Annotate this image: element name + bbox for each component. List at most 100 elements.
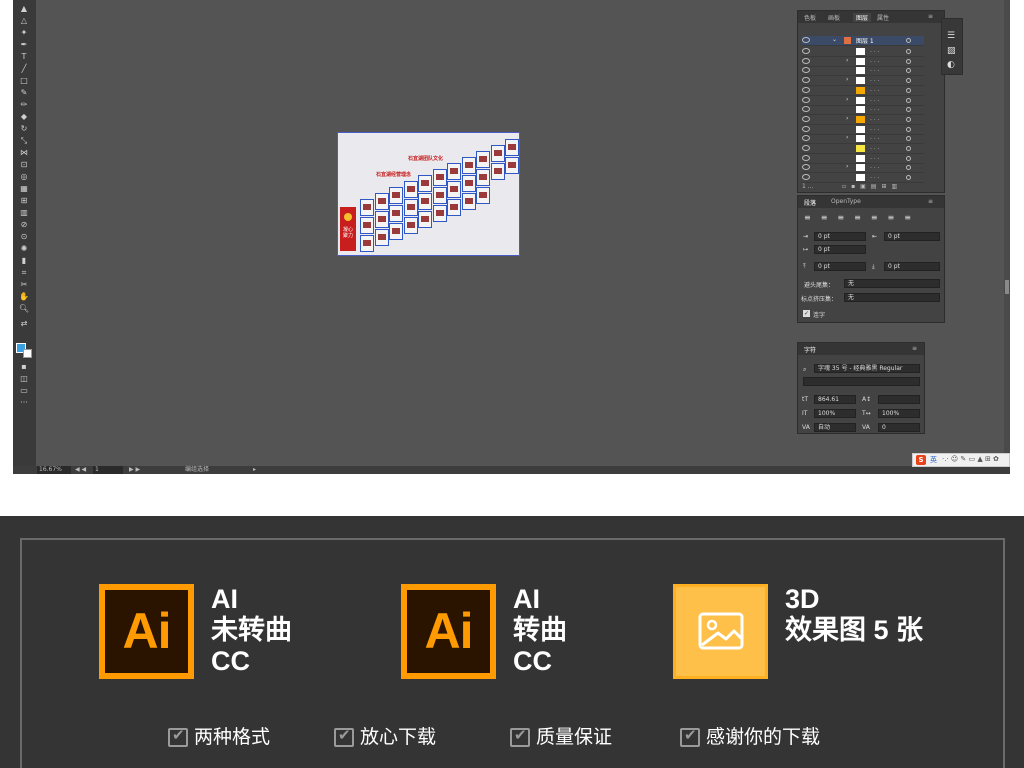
- selection-tool-icon[interactable]: ▲: [16, 3, 32, 14]
- right-indent-field[interactable]: 0 pt: [884, 232, 940, 241]
- layer-row[interactable]: . . .: [802, 105, 924, 116]
- status-arrow-icon[interactable]: ▸: [253, 466, 256, 474]
- target-circle-icon[interactable]: [906, 155, 911, 161]
- hyphenate-checkbox[interactable]: ✓: [803, 310, 810, 317]
- symbol-sprayer-tool-icon[interactable]: ✺: [16, 243, 32, 254]
- layer-row-top[interactable]: ⌄ 图层 1: [802, 36, 924, 46]
- left-indent-field[interactable]: 0 pt: [814, 232, 866, 241]
- chevron-right-icon[interactable]: ›: [846, 76, 848, 83]
- swap-colors-icon[interactable]: ⇄: [16, 318, 32, 329]
- visibility-eye-icon[interactable]: [802, 145, 810, 151]
- mesh-tool-icon[interactable]: ⊞: [16, 195, 32, 206]
- target-circle-icon[interactable]: [906, 136, 911, 142]
- layer-row[interactable]: › . . .: [802, 96, 924, 106]
- horizontal-scale-field[interactable]: 100%: [878, 409, 920, 418]
- eyedropper-tool-icon[interactable]: ⊘: [16, 219, 32, 230]
- visibility-eye-icon[interactable]: [802, 174, 810, 181]
- pen-tool-icon[interactable]: ✒: [16, 39, 32, 50]
- leading-field[interactable]: [878, 395, 920, 404]
- eraser-tool-icon[interactable]: ◆: [16, 111, 32, 122]
- type-tool-icon[interactable]: T: [16, 51, 32, 62]
- chevron-right-icon[interactable]: ›: [846, 163, 848, 170]
- kerning-field[interactable]: 自动: [814, 423, 856, 432]
- target-circle-icon[interactable]: [906, 97, 911, 103]
- more-tools-icon[interactable]: ···: [16, 397, 32, 408]
- ime-toolbar-icons[interactable]: ·.· ☺ ✎ ▭ ▲ ⊞ ✿: [942, 455, 999, 463]
- visibility-eye-icon[interactable]: [802, 37, 810, 43]
- visibility-eye-icon[interactable]: [802, 67, 810, 74]
- mojikumi-select[interactable]: 无: [844, 293, 940, 302]
- tab-swatches[interactable]: 色板: [804, 13, 816, 22]
- tab-character[interactable]: 字符: [804, 345, 816, 354]
- sogou-logo-icon[interactable]: S: [916, 455, 926, 465]
- panel-menu-icon[interactable]: ≡: [912, 345, 917, 352]
- scrollbar-thumb[interactable]: [1005, 280, 1009, 294]
- rotate-tool-icon[interactable]: ↻: [16, 123, 32, 134]
- target-circle-icon[interactable]: [906, 107, 911, 113]
- document-canvas[interactable]: 石宜湖团队文化 石宜湖经营理念 凝心聚力 色板 画板 图层 属性 ≡ ⌄ 图层 …: [36, 0, 1010, 466]
- color-mode-icon[interactable]: ▪: [16, 361, 32, 372]
- visibility-eye-icon[interactable]: [802, 57, 810, 64]
- artboard-tool-icon[interactable]: ⌗: [16, 267, 32, 278]
- draw-mode-icon[interactable]: ◫: [16, 373, 32, 384]
- zoom-field[interactable]: 16.67%: [37, 466, 71, 474]
- scale-tool-icon[interactable]: ⤡: [16, 135, 32, 146]
- layer-row[interactable]: › . . .: [802, 57, 924, 67]
- visibility-eye-icon[interactable]: [802, 77, 810, 84]
- visibility-eye-icon[interactable]: [802, 86, 810, 93]
- transparency-icon[interactable]: ▨: [947, 46, 956, 56]
- direct-selection-tool-icon[interactable]: △: [16, 15, 32, 26]
- font-style-select[interactable]: [803, 377, 920, 386]
- graph-tool-icon[interactable]: ▮: [16, 255, 32, 266]
- tab-artboards[interactable]: 画板: [828, 13, 840, 22]
- visibility-eye-icon[interactable]: [802, 96, 810, 103]
- font-family-select[interactable]: 字魂 35 号 - 经典雅黑 Regular: [814, 364, 920, 373]
- layer-row[interactable]: › . . .: [802, 76, 924, 87]
- visibility-eye-icon[interactable]: [802, 48, 810, 54]
- artboard[interactable]: 石宜湖团队文化 石宜湖经营理念 凝心聚力: [337, 132, 520, 256]
- perspective-grid-tool-icon[interactable]: ▦: [16, 183, 32, 194]
- panel-menu-icon[interactable]: ≡: [928, 13, 933, 20]
- first-page-icon[interactable]: ◀ ◀: [75, 466, 86, 474]
- target-circle-icon[interactable]: [906, 126, 911, 132]
- target-circle-icon[interactable]: [906, 87, 911, 93]
- first-line-indent-field[interactable]: 0 pt: [814, 245, 866, 254]
- vertical-scrollbar[interactable]: [1004, 0, 1010, 466]
- appearance-icon[interactable]: ◐: [947, 60, 955, 70]
- target-circle-icon[interactable]: [906, 165, 911, 171]
- blend-tool-icon[interactable]: ⊙: [16, 231, 32, 242]
- target-circle-icon[interactable]: [906, 68, 911, 74]
- target-circle-icon[interactable]: [906, 116, 911, 122]
- page-field[interactable]: 1: [93, 466, 123, 474]
- slice-tool-icon[interactable]: ✂: [16, 279, 32, 290]
- layer-row[interactable]: . . .: [802, 144, 924, 154]
- tracking-field[interactable]: 0: [878, 423, 920, 432]
- align-buttons[interactable]: ≡≡≡≡≡≡≡: [804, 213, 921, 222]
- target-circle-icon[interactable]: [906, 175, 911, 181]
- space-before-field[interactable]: 0 pt: [814, 262, 866, 271]
- chevron-right-icon[interactable]: ›: [846, 57, 848, 64]
- target-circle-icon[interactable]: [906, 146, 911, 151]
- paintbrush-tool-icon[interactable]: ✎: [16, 87, 32, 98]
- shape-builder-tool-icon[interactable]: ◎: [16, 171, 32, 182]
- layer-row[interactable]: › . . .: [802, 115, 924, 125]
- visibility-eye-icon[interactable]: [802, 106, 810, 113]
- vertical-scale-field[interactable]: 100%: [814, 409, 856, 418]
- tab-properties[interactable]: 属性: [877, 13, 889, 22]
- layer-row[interactable]: . . .: [802, 47, 924, 57]
- layers-footer-icons[interactable]: ▫▪▣▤⊞▥: [842, 183, 902, 190]
- screen-mode-icon[interactable]: ▭: [16, 385, 32, 396]
- space-after-field[interactable]: 0 pt: [884, 262, 940, 271]
- stroke-color-swatch[interactable]: [23, 349, 32, 358]
- chevron-down-icon[interactable]: ⌄: [832, 36, 837, 43]
- pencil-tool-icon[interactable]: ✏: [16, 99, 32, 110]
- tab-layers[interactable]: 图层: [853, 13, 872, 22]
- kinsoku-select[interactable]: 无: [844, 279, 940, 288]
- line-tool-icon[interactable]: ╱: [16, 63, 32, 74]
- target-circle-icon[interactable]: [906, 49, 911, 54]
- rectangle-tool-icon[interactable]: □: [16, 75, 32, 86]
- magic-wand-tool-icon[interactable]: ✦: [16, 27, 32, 38]
- visibility-eye-icon[interactable]: [802, 125, 810, 132]
- visibility-eye-icon[interactable]: [802, 164, 810, 171]
- visibility-eye-icon[interactable]: [802, 115, 810, 122]
